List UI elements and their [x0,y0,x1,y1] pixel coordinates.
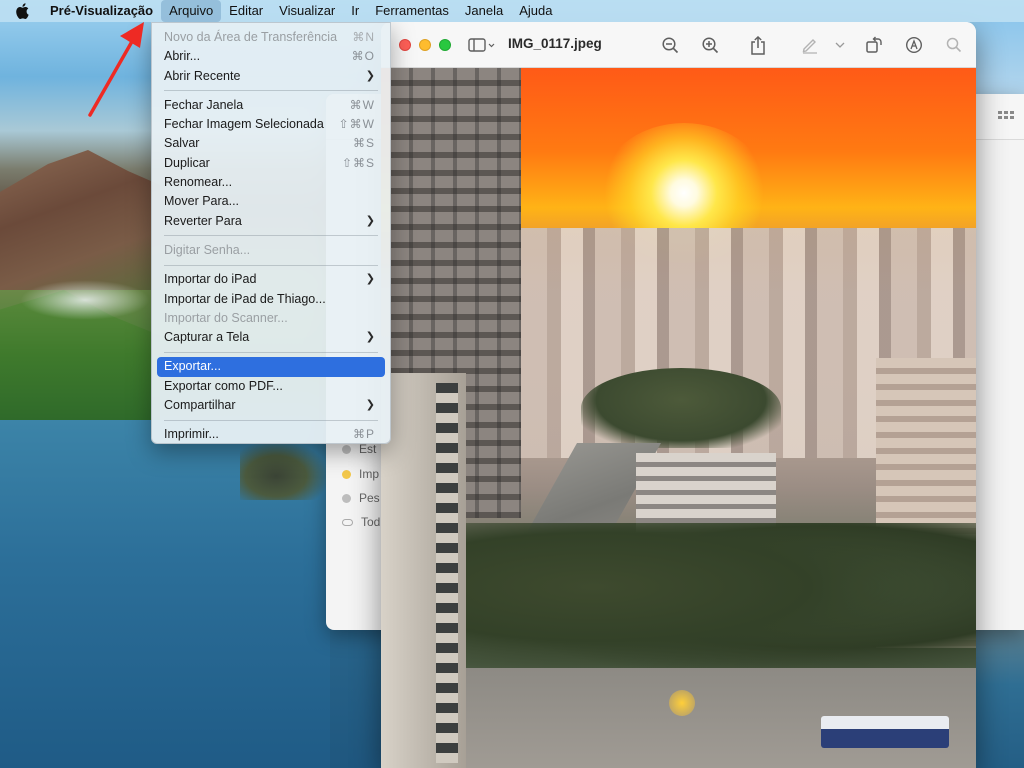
grid-view-icon[interactable] [998,110,1014,126]
menu-item-open[interactable]: Abrir... ⌘O [157,47,385,66]
window-toolbar: IMG_0117.jpeg [381,22,976,68]
menu-item-export[interactable]: Exportar... [157,357,385,377]
menu-separator [164,235,378,237]
status-dot-icon [342,444,351,454]
chevron-down-icon [835,42,845,48]
photo-building [381,373,466,768]
menu-item-export-as-pdf[interactable]: Exportar como PDF... [157,377,385,396]
markup-icon [905,36,923,54]
menu-arquivo[interactable]: Arquivo [161,0,222,22]
menu-janela[interactable]: Janela [457,0,511,22]
sidebar-toggle-button[interactable] [467,34,497,56]
menu-item-open-recent[interactable]: Abrir Recente ❯ [157,67,385,86]
menu-separator [164,419,378,421]
markup-menu-button[interactable] [833,34,847,56]
wallpaper-sea-right [976,630,1024,768]
menu-item-rename[interactable]: Renomear... [157,173,385,192]
minimize-window-button[interactable] [419,39,431,51]
menu-ir[interactable]: Ir [343,0,367,22]
menu-item-new-from-clipboard[interactable]: Novo da Área de Transferência ⌘N [157,28,385,47]
sidebar-icon [468,38,495,52]
menu-item-enter-password[interactable]: Digitar Senha... [157,241,385,260]
wallpaper-mountain [0,150,160,290]
menu-item-import-from-ipad[interactable]: Importar do iPad ❯ [157,270,385,289]
photo-view[interactable] [381,68,976,768]
markup-button[interactable] [799,34,821,56]
annotate-button[interactable] [903,34,925,56]
traffic-lights [399,39,451,51]
menu-item-save[interactable]: Salvar ⌘S [157,134,385,153]
photo-trees [581,368,781,448]
zoom-in-icon [701,36,718,53]
photo-bus [821,716,949,748]
chevron-right-icon: ❯ [365,399,375,412]
menu-item-duplicate[interactable]: Duplicar ⇧⌘S [157,154,385,173]
menu-item-close-window[interactable]: Fechar Janela ⌘W [157,96,385,115]
search-icon [946,37,962,53]
menu-item-import-from-thiago-ipad[interactable]: Importar de iPad de Thiago... [157,290,385,309]
sidebar-item[interactable]: Imp [342,467,379,481]
menu-separator [164,264,378,266]
menu-item-import-from-scanner[interactable]: Importar do Scanner... [157,309,385,328]
photo-lamp [669,690,695,716]
wallpaper-rocks [240,440,330,500]
menu-item-print[interactable]: Imprimir... ⌘P [157,425,385,444]
chevron-right-icon: ❯ [365,69,375,82]
annotation-arrow-icon [88,22,144,117]
menu-item-take-screenshot[interactable]: Capturar a Tela ❯ [157,328,385,347]
sidebar-item[interactable]: Tod [342,515,380,529]
rotate-icon [866,36,882,53]
menu-item-revert-to[interactable]: Reverter Para ❯ [157,212,385,231]
zoom-in-button[interactable] [699,34,721,56]
photo-trees [466,523,976,683]
menu-editar[interactable]: Editar [221,0,271,22]
sidebar-item[interactable]: Pes [342,491,380,505]
menu-ferramentas[interactable]: Ferramentas [367,0,457,22]
chevron-right-icon: ❯ [365,331,375,344]
menu-separator [164,90,378,92]
wallpaper-cloud [20,280,150,320]
zoom-out-button[interactable] [659,34,681,56]
search-button[interactable] [943,34,965,56]
rotate-button[interactable] [863,34,885,56]
apple-menu[interactable] [0,3,44,19]
zoom-out-icon [661,36,678,53]
chevron-right-icon: ❯ [365,273,375,286]
zoom-window-button[interactable] [439,39,451,51]
pencil-icon [802,39,817,54]
status-dot-icon [342,493,351,503]
menu-item-share[interactable]: Compartilhar ❯ [157,396,385,415]
apple-icon [16,3,29,19]
preview-window[interactable]: IMG_0117.jpeg [381,22,976,768]
menu-item-move-to[interactable]: Mover Para... [157,192,385,211]
menu-separator [164,351,378,353]
tag-icon [342,518,353,526]
chevron-right-icon: ❯ [365,214,375,227]
document-title: IMG_0117.jpeg [508,36,602,51]
share-button[interactable] [747,34,769,56]
menu-app-name[interactable]: Pré-Visualização [44,0,161,22]
menu-item-close-selected-image[interactable]: Fechar Imagem Selecionada ⇧⌘W [157,115,385,134]
share-icon [751,35,765,55]
menu-visualizar[interactable]: Visualizar [271,0,343,22]
menu-bar: Pré-Visualização Arquivo Editar Visualiz… [0,0,1024,22]
file-menu: Novo da Área de Transferência ⌘N Abrir..… [151,22,391,444]
status-dot-icon [342,469,351,479]
menu-ajuda[interactable]: Ajuda [511,0,560,22]
close-window-button[interactable] [399,39,411,51]
